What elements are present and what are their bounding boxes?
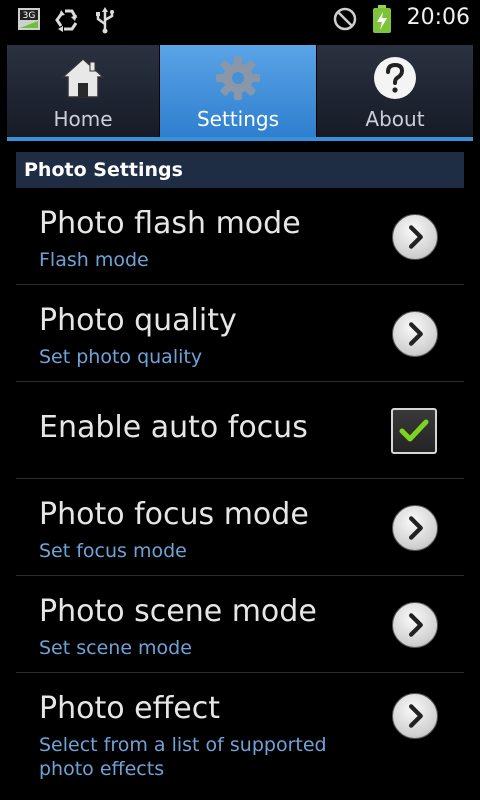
- help-icon: [374, 57, 416, 99]
- setting-photo-flash-mode[interactable]: Photo flash mode Flash mode: [16, 188, 464, 285]
- home-icon: [61, 57, 105, 98]
- setting-photo-focus-mode[interactable]: Photo focus mode Set focus mode: [16, 479, 464, 576]
- setting-enable-auto-focus[interactable]: Enable auto focus: [16, 382, 464, 479]
- tab-about-label: About: [365, 107, 425, 131]
- clock: 20:06: [406, 5, 470, 30]
- usb-icon: [96, 7, 114, 34]
- network-type-label: 3G: [23, 11, 36, 21]
- setting-subtitle: Flash mode: [39, 249, 149, 271]
- no-signal-icon: [333, 7, 357, 31]
- setting-photo-effect[interactable]: Photo effect Select from a list of suppo…: [16, 673, 464, 793]
- chevron-right-icon[interactable]: [392, 505, 438, 551]
- setting-subtitle: Set focus mode: [39, 540, 187, 562]
- setting-subtitle: Set photo quality: [39, 346, 203, 368]
- setting-photo-quality[interactable]: Photo quality Set photo quality: [16, 285, 464, 382]
- chevron-right-icon[interactable]: [392, 214, 438, 260]
- gear-icon: [216, 56, 260, 100]
- setting-title: Photo scene mode: [39, 594, 317, 629]
- tab-home-label: Home: [53, 107, 113, 131]
- tab-bar: Home Settings About: [7, 45, 473, 141]
- chevron-right-icon[interactable]: [392, 311, 438, 357]
- tab-settings[interactable]: Settings: [160, 45, 317, 137]
- section-header: Photo Settings: [16, 152, 464, 188]
- setting-title: Photo focus mode: [39, 497, 309, 532]
- setting-subtitle: Select from a list of supported photo ef…: [39, 734, 327, 780]
- setting-title: Enable auto focus: [39, 410, 308, 445]
- battery-charging-icon: [373, 5, 391, 33]
- tab-home[interactable]: Home: [7, 45, 160, 137]
- tab-settings-label: Settings: [196, 107, 280, 131]
- settings-list: Photo flash mode Flash mode Photo qualit…: [16, 188, 464, 793]
- auto-focus-checkbox[interactable]: [391, 408, 437, 454]
- tab-about[interactable]: About: [317, 45, 473, 137]
- setting-subtitle: Set scene mode: [39, 637, 192, 659]
- chevron-right-icon[interactable]: [392, 602, 438, 648]
- sim-3g-icon: 3G: [18, 8, 40, 30]
- chevron-right-icon[interactable]: [392, 693, 438, 739]
- setting-title: Photo effect: [39, 691, 220, 726]
- setting-title: Photo flash mode: [39, 206, 301, 241]
- recycle-icon: [55, 9, 78, 32]
- status-bar: 3G 20:06: [0, 0, 480, 38]
- setting-photo-scene-mode[interactable]: Photo scene mode Set scene mode: [16, 576, 464, 673]
- setting-title: Photo quality: [39, 303, 237, 338]
- check-icon: [399, 419, 429, 442]
